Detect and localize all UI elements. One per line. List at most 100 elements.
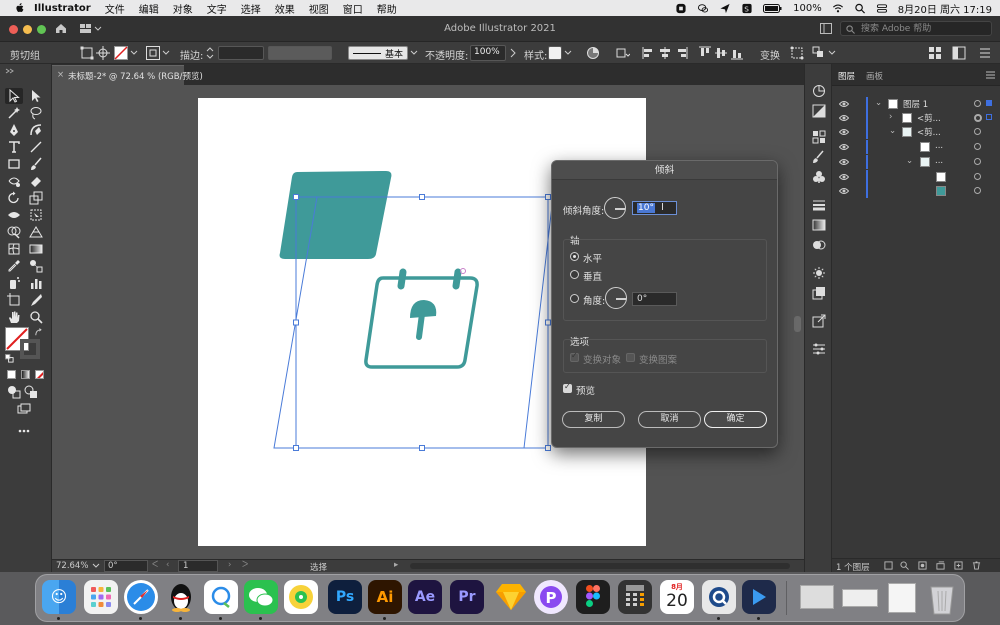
calendar-app-icon[interactable]: 8月 20 [660,580,694,614]
menu-window[interactable]: 窗口 [343,1,363,16]
expand-chevron-icon[interactable]: ⌄ [889,126,896,136]
artboard-number-field[interactable]: 1 [178,560,218,572]
layer-row-4[interactable]: ... [832,140,1000,154]
control-center-icon[interactable] [876,3,888,14]
qq-icon[interactable] [164,580,198,614]
artboard-tool-icon[interactable] [7,293,21,307]
symbol-sprayer-tool-icon[interactable] [7,276,21,290]
rotate-tool-icon[interactable] [7,191,21,205]
swap-fill-stroke-icon[interactable] [34,328,43,337]
visibility-eye-icon[interactable] [839,100,849,108]
brushes-icon[interactable] [812,150,826,164]
figma-icon[interactable] [576,580,610,614]
sketch-icon[interactable] [494,580,528,614]
transform-patterns-checkbox[interactable] [626,353,635,362]
vertical-scrollbar-thumb[interactable] [794,316,801,332]
align-left-icon[interactable] [642,46,656,60]
fill-swatch-icon[interactable] [114,46,128,60]
zoom-tool-icon[interactable] [29,310,43,324]
tools-collapse-icon[interactable] [4,68,48,74]
menu-help[interactable]: 帮助 [377,1,397,16]
downloads-stack[interactable] [888,583,916,613]
brush-dropdown-icon[interactable] [410,46,418,60]
spotlight-icon[interactable] [854,3,866,14]
horizontal-radio[interactable] [570,252,579,261]
selection-indicator[interactable] [986,114,992,120]
stroke-color-swatch[interactable] [20,339,40,359]
type-tool-icon[interactable] [7,140,21,154]
clipping-mask-icon[interactable] [918,561,927,570]
opacity-expand-icon[interactable] [509,46,517,60]
selection-indicator[interactable] [986,100,992,106]
clock[interactable]: 8月20日 周六 17:19 [898,1,992,16]
quicktime-icon[interactable] [702,580,736,614]
style-dropdown-icon[interactable] [564,46,572,60]
screen-mode-icon[interactable] [17,402,31,416]
color-mode-button[interactable] [7,370,16,379]
wifi-icon[interactable] [832,3,844,14]
direct-selection-tool-icon[interactable] [29,89,43,103]
pixso-icon[interactable]: P [534,580,568,614]
export-icon[interactable] [812,314,826,328]
transparency-icon[interactable] [812,238,826,252]
none-mode-button[interactable] [35,370,44,379]
width-tool-icon[interactable] [7,208,21,222]
shear-angle-input[interactable]: 10° [632,201,677,215]
color-panel-icon[interactable] [812,104,826,118]
menu-effect[interactable]: 效果 [275,1,295,16]
appearance-icon[interactable] [812,266,826,280]
target-circle-icon[interactable] [974,173,981,180]
zoom-level[interactable]: 72.64% [56,561,88,571]
delete-layer-icon[interactable] [972,561,981,570]
tab-layers[interactable]: 图层 [838,70,855,82]
panel-layout-icon[interactable] [952,46,966,60]
transform-reference-icon[interactable] [80,46,94,60]
stroke-weight-stepper[interactable] [206,46,214,60]
line-tool-icon[interactable] [29,140,43,154]
align-middle-icon[interactable] [714,46,728,60]
column-graph-tool-icon[interactable] [29,276,43,290]
layer-name[interactable]: ... [935,156,943,166]
target-circle-icon[interactable] [974,128,981,135]
help-search-input[interactable]: 搜索 Adobe 帮助 [840,21,992,36]
ok-button[interactable]: 确定 [704,411,767,428]
free-transform-tool-icon[interactable] [29,208,43,222]
lasso-tool-icon[interactable] [29,106,43,120]
chat-bubble-app-icon[interactable] [204,580,238,614]
calculator-icon[interactable] [618,580,652,614]
eyedropper-tool-icon[interactable] [7,259,21,273]
status-menu-arrow[interactable]: ▸ [394,560,398,570]
previous-artboard-button[interactable]: ‹ [166,560,169,570]
layer-row-1[interactable]: ⌄ 图层 1 [832,97,1000,111]
zoom-dropdown-icon[interactable] [92,563,100,569]
recolor-icon[interactable] [96,46,110,60]
axis-angle-dial[interactable] [605,287,627,309]
perspective-grid-tool-icon[interactable] [29,225,43,239]
draw-normal-icon[interactable] [7,385,21,399]
isolate-group-icon[interactable] [790,46,804,60]
align-bottom-icon[interactable] [730,46,744,60]
stroke-weight-field[interactable] [218,46,264,60]
preview-checkbox[interactable] [563,382,572,393]
draw-mode-alt-icon[interactable] [24,385,38,399]
shaper-tool-icon[interactable] [7,174,21,188]
scale-tool-icon[interactable] [29,191,43,205]
photoshop-icon[interactable]: Ps [328,580,362,614]
mesh-tool-icon[interactable] [7,242,21,256]
layer-row-6[interactable] [832,170,1000,184]
minimize-window-button[interactable] [23,25,32,34]
rotate-view-field[interactable]: 0° [104,560,148,572]
control-bar-menu-icon[interactable] [978,46,992,60]
stroke-swatch-icon[interactable] [146,46,160,60]
visibility-eye-icon[interactable] [839,128,849,136]
launchpad-icon[interactable] [84,580,118,614]
gradient-panel-icon[interactable] [812,218,826,232]
curvature-tool-icon[interactable] [29,123,43,137]
shape-builder-tool-icon[interactable] [7,225,21,239]
record-icon[interactable] [675,3,687,14]
default-fill-stroke-icon[interactable] [5,354,14,363]
menu-select[interactable]: 选择 [241,1,261,16]
panel-menu-icon[interactable] [986,71,995,79]
edit-toolbar-icon[interactable] [17,424,31,438]
visibility-eye-icon[interactable] [839,187,849,195]
